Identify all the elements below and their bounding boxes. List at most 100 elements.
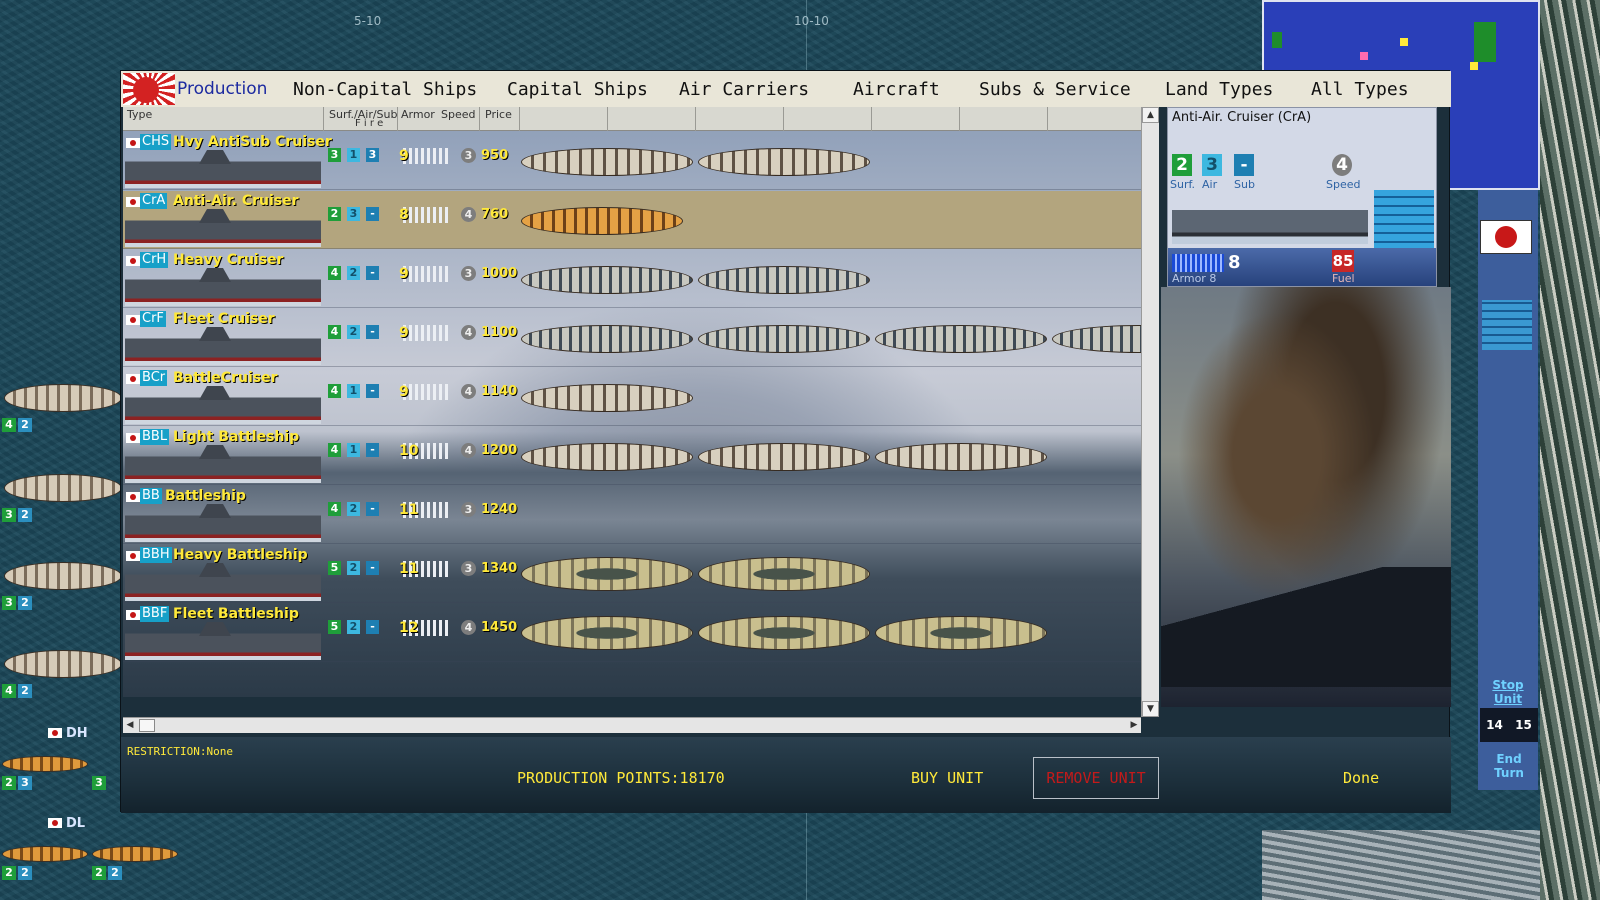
vertical-scrollbar[interactable]: ▲ ▼ <box>1141 107 1159 717</box>
scroll-thumb[interactable] <box>139 719 155 732</box>
remove-unit-button[interactable]: REMOVE UNIT <box>1033 757 1159 799</box>
price-value: 1100 <box>481 325 518 340</box>
unit-ship-icon[interactable] <box>698 148 870 176</box>
ship-thumbnail <box>125 445 321 483</box>
unit-ship-icon[interactable] <box>1052 325 1141 353</box>
horizontal-scrollbar[interactable]: ◀ ▶ <box>123 717 1141 733</box>
air-fire-value: 2 <box>347 266 360 280</box>
map-grid-label: 10-10 <box>794 14 829 28</box>
table-row[interactable]: CrH Heavy Cruiser 4 2- 9 3 1000 <box>123 250 1141 308</box>
tab-production[interactable]: Production <box>177 79 267 99</box>
table-row[interactable]: BBL Light Battleship 4 1-10 4 1200 <box>123 427 1141 485</box>
tab-subs-service[interactable]: Subs & Service <box>979 79 1131 100</box>
unit-ship-icon[interactable] <box>521 384 693 412</box>
unit-ship-icon[interactable] <box>698 266 870 294</box>
surf-fire-value: 4 <box>328 443 341 457</box>
unit-ship-icon[interactable] <box>521 148 693 176</box>
table-row[interactable]: CrF Fleet Cruiser 4 2-9 4 1100 <box>123 309 1141 367</box>
turn-number: 15 <box>1515 718 1532 732</box>
radar-icon <box>1482 300 1532 350</box>
restriction-text: RESTRICTION:None <box>127 745 233 758</box>
armor-value: 9 <box>399 384 409 400</box>
ship-thumbnail <box>125 268 321 306</box>
unit-ship-icon[interactable] <box>521 207 683 235</box>
armor-bars <box>403 207 449 223</box>
map-unit-ship[interactable] <box>2 756 88 772</box>
map-unit-ship[interactable] <box>2 846 88 862</box>
map-unit-ship[interactable] <box>92 846 178 862</box>
map-unit-ship[interactable] <box>4 562 122 590</box>
owned-units <box>521 142 1141 182</box>
detail-air-label: Air <box>1202 178 1218 191</box>
speed-value: 4 <box>461 325 476 340</box>
tab-land-types[interactable]: Land Types <box>1165 79 1273 100</box>
detail-armor-value: 8 <box>1228 252 1241 273</box>
unit-ship-icon[interactable] <box>875 443 1047 471</box>
unit-ship-icon[interactable] <box>521 266 693 294</box>
speed-value: 3 <box>461 148 476 163</box>
unit-surf-chip: 4 <box>2 684 16 698</box>
unit-name: Hvy AntiSub Cruiser <box>173 134 332 150</box>
tab-non-capital-ships[interactable]: Non-Capital Ships <box>293 79 477 100</box>
ship-thumbnail <box>125 622 321 660</box>
surf-fire-value: 3 <box>328 148 341 162</box>
tab-aircraft[interactable]: Aircraft <box>853 79 940 100</box>
detail-title: Anti-Air. Cruiser (CrA) <box>1172 110 1312 125</box>
table-row[interactable]: BB Battleship 4 2- 11 3 1240 <box>123 486 1141 544</box>
map-unit-ship[interactable] <box>4 474 122 502</box>
sub-fire-value: - <box>366 620 379 634</box>
price-value: 1340 <box>481 561 518 576</box>
tab-capital-ships[interactable]: Capital Ships <box>507 79 648 100</box>
unit-ship-icon[interactable] <box>521 443 693 471</box>
stop-unit-button[interactable]: Stop Unit <box>1480 678 1536 706</box>
ship-thumbnail <box>125 386 321 424</box>
unit-code: BB <box>140 488 162 504</box>
japan-flag-icon <box>126 551 140 561</box>
unit-ship-icon[interactable] <box>875 616 1047 650</box>
map-unit-ship[interactable] <box>4 384 122 412</box>
ship-thumbnail <box>125 504 321 542</box>
japan-flag-icon <box>126 315 140 325</box>
surf-fire-value: 5 <box>328 620 341 634</box>
armor-value: 10 <box>399 443 419 459</box>
japan-flag-icon <box>126 138 140 148</box>
surf-fire-value: 4 <box>328 502 341 516</box>
price-value: 1140 <box>481 384 518 399</box>
unit-ship-icon[interactable] <box>698 325 870 353</box>
table-row[interactable]: BBH Heavy Battleship 5 2- 11 3 1340 <box>123 545 1141 603</box>
table-row[interactable]: CrA Anti-Air. Cruiser 2 3- 8 4 760 <box>123 191 1141 249</box>
unit-ship-icon[interactable] <box>521 616 693 650</box>
tab-air-carriers[interactable]: Air Carriers <box>679 79 809 100</box>
table-row[interactable]: BBF Fleet Battleship 5 2- 12 4 1450 <box>123 604 1141 662</box>
table-row[interactable]: BCr BattleCruiser 4 1-9 4 1140 <box>123 368 1141 426</box>
table-row[interactable]: CHS Hvy AntiSub Cruiser 3 1 3 9 3 950 <box>123 132 1141 190</box>
unit-code: BCr <box>140 370 168 386</box>
scroll-right-icon[interactable]: ▶ <box>1127 718 1141 733</box>
map-unit-ship[interactable] <box>4 650 122 678</box>
detail-status: 8 Armor 8 85 Fuel <box>1168 248 1436 286</box>
price-value: 1240 <box>481 502 518 517</box>
scroll-left-icon[interactable]: ◀ <box>123 718 137 733</box>
unit-ship-icon[interactable] <box>698 616 870 650</box>
scroll-up-icon[interactable]: ▲ <box>1142 107 1159 123</box>
sub-fire-value: 3 <box>366 148 379 162</box>
unit-ship-icon[interactable] <box>521 325 693 353</box>
end-turn-button[interactable]: End Turn <box>1480 752 1538 780</box>
tab-all-types[interactable]: All Types <box>1311 79 1409 100</box>
unit-ship-icon[interactable] <box>521 557 693 591</box>
done-button[interactable]: Done <box>1343 769 1379 787</box>
speed-value: 4 <box>461 443 476 458</box>
scroll-down-icon[interactable]: ▼ <box>1142 701 1159 717</box>
japan-flag-icon <box>126 433 140 443</box>
buy-unit-button[interactable]: BUY UNIT <box>911 769 983 787</box>
unit-table: Type Surf./Air/Sub F i r e Armor Speed P… <box>123 107 1159 697</box>
unit-ship-icon[interactable] <box>875 325 1047 353</box>
japan-flag-icon <box>126 492 140 502</box>
speed-value: 3 <box>461 266 476 281</box>
unit-ship-icon[interactable] <box>698 557 870 591</box>
header-armor: Armor <box>401 108 435 121</box>
owned-units <box>521 319 1141 359</box>
battle-smoke-image <box>1161 287 1451 707</box>
unit-air-chip: 2 <box>18 866 32 880</box>
unit-ship-icon[interactable] <box>698 443 870 471</box>
